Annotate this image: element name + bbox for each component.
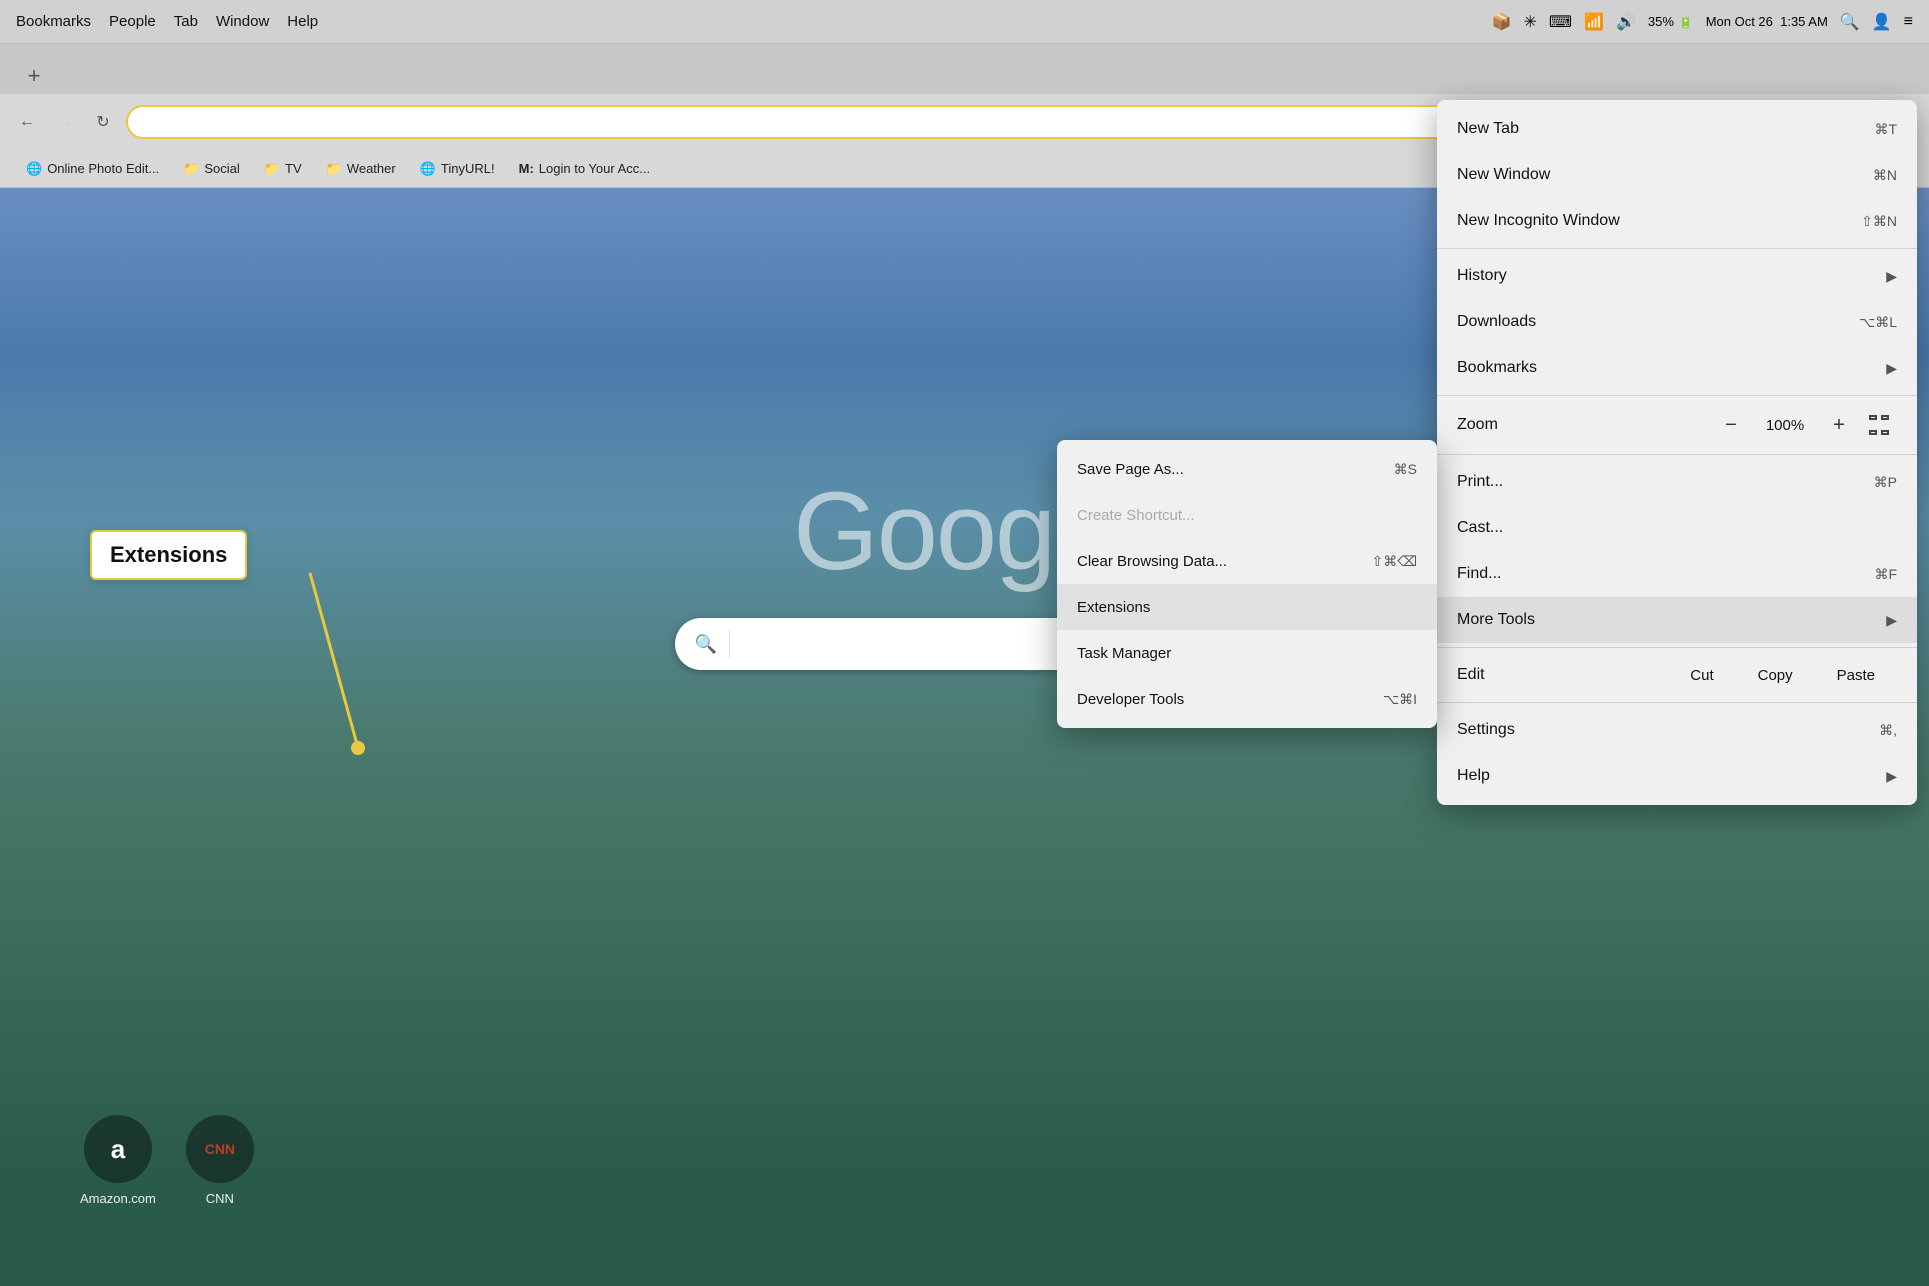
divider-4 [1437, 647, 1917, 648]
bookmark-photo-edit[interactable]: 🌐 Online Photo Edit... [16, 157, 169, 181]
submenu-clear-browsing[interactable]: Clear Browsing Data... ⇧⌘⌫ [1057, 538, 1437, 584]
divider-5 [1437, 702, 1917, 703]
submenu-extensions[interactable]: Extensions [1057, 584, 1437, 630]
zoom-minus[interactable]: − [1709, 407, 1753, 443]
shortcut-cnn[interactable]: CNN CNN [186, 1115, 254, 1206]
divider-2 [1437, 395, 1917, 396]
zoom-fullscreen[interactable] [1861, 407, 1897, 443]
keyboard-icon: ⌨ [1549, 12, 1572, 32]
edit-label: Edit [1457, 666, 1668, 684]
menu-new-tab[interactable]: New Tab ⌘T [1437, 106, 1917, 152]
mac-menubar: Bookmarks People Tab Window Help 📦 ✳ ⌨ 📶… [0, 0, 1929, 44]
menu-help[interactable]: Help [287, 13, 318, 30]
profile-icon[interactable]: 👤 [1872, 12, 1892, 32]
submenu-task-manager[interactable]: Task Manager [1057, 630, 1437, 676]
cut-button[interactable]: Cut [1668, 658, 1735, 692]
divider-3 [1437, 454, 1917, 455]
tab-bar: + [0, 44, 1929, 94]
new-tab-button[interactable]: + [16, 58, 52, 94]
globe-icon-tiny: 🌐 [420, 161, 436, 177]
zoom-row: Zoom − 100% + [1437, 400, 1917, 450]
folder-icon: 📁 [183, 161, 199, 177]
amazon-label: Amazon.com [80, 1191, 156, 1206]
divider-1 [1437, 248, 1917, 249]
folder-icon-tv: 📁 [264, 161, 280, 177]
menu-history[interactable]: History ▶ [1437, 253, 1917, 299]
edit-buttons: Cut Copy Paste [1668, 658, 1897, 692]
menu-window[interactable]: Window [216, 13, 269, 30]
menu-cast[interactable]: Cast... [1437, 505, 1917, 551]
bookmark-weather[interactable]: 📁 Weather [316, 157, 406, 181]
bookmark-tv[interactable]: 📁 TV [254, 157, 312, 181]
zoom-label: Zoom [1457, 416, 1709, 434]
menu-help[interactable]: Help ▶ [1437, 753, 1917, 799]
cnn-label: CNN [206, 1191, 234, 1206]
folder-icon-weather: 📁 [326, 161, 342, 177]
menu-people[interactable]: People [109, 13, 156, 30]
menubar-right: 📦 ✳ ⌨ 📶 🔊 35% 🔋 Mon Oct 26 1:35 AM 🔍 👤 ≡ [1492, 12, 1913, 32]
cnn-icon: CNN [186, 1115, 254, 1183]
shortcut-amazon[interactable]: a Amazon.com [80, 1115, 156, 1206]
search-icon: 🔍 [695, 634, 717, 655]
menu-new-incognito[interactable]: New Incognito Window ⇧⌘N [1437, 198, 1917, 244]
more-tools-menu: Save Page As... ⌘S Create Shortcut... Cl… [1057, 440, 1437, 728]
chrome-menu: New Tab ⌘T New Window ⌘N New Incognito W… [1437, 100, 1917, 805]
m-icon: M: [519, 161, 534, 176]
search-divider [729, 630, 730, 658]
back-button[interactable]: ← [12, 107, 42, 137]
menu-downloads[interactable]: Downloads ⌥⌘L [1437, 299, 1917, 345]
copy-button[interactable]: Copy [1736, 658, 1815, 692]
bookmark-social[interactable]: 📁 Social [173, 157, 250, 181]
menu-find[interactable]: Find... ⌘F [1437, 551, 1917, 597]
edit-row: Edit Cut Copy Paste [1437, 652, 1917, 698]
address-bar[interactable]: ★ [126, 105, 1483, 139]
menu-settings[interactable]: Settings ⌘, [1437, 707, 1917, 753]
forward-button[interactable]: → [50, 107, 80, 137]
menu-print[interactable]: Print... ⌘P [1437, 459, 1917, 505]
menu-more-tools[interactable]: More Tools ▶ [1437, 597, 1917, 643]
menu-tab[interactable]: Tab [174, 13, 198, 30]
bookmark-login[interactable]: M: Login to Your Acc... [509, 157, 660, 180]
control-center-icon[interactable]: ≡ [1904, 13, 1913, 31]
submenu-save-page[interactable]: Save Page As... ⌘S [1057, 446, 1437, 492]
history-arrow: ▶ [1886, 268, 1897, 285]
paste-button[interactable]: Paste [1815, 658, 1897, 692]
datetime: Mon Oct 26 1:35 AM [1706, 14, 1828, 29]
dropbox-icon: 📦 [1492, 12, 1512, 32]
bookmarks-arrow: ▶ [1886, 360, 1897, 377]
extensions-tooltip: Extensions [90, 530, 247, 580]
amazon-icon: a [84, 1115, 152, 1183]
menu-bookmarks[interactable]: Bookmarks [16, 13, 91, 30]
menu-new-window[interactable]: New Window ⌘N [1437, 152, 1917, 198]
menu-bookmarks[interactable]: Bookmarks ▶ [1437, 345, 1917, 391]
globe-icon: 🌐 [26, 161, 42, 177]
submenu-developer-tools[interactable]: Developer Tools ⌥⌘I [1057, 676, 1437, 722]
search-icon[interactable]: 🔍 [1840, 12, 1860, 32]
submenu-create-shortcut: Create Shortcut... [1057, 492, 1437, 538]
bluetooth-icon: ✳ [1524, 12, 1537, 32]
wifi-icon: 📶 [1584, 12, 1604, 32]
bookmark-tinyurl[interactable]: 🌐 TinyURL! [410, 157, 505, 181]
volume-icon: 🔊 [1616, 12, 1636, 32]
zoom-value: 100% [1753, 417, 1817, 434]
shortcuts: a Amazon.com CNN CNN [80, 1115, 254, 1206]
more-tools-arrow: ▶ [1886, 612, 1897, 629]
help-arrow: ▶ [1886, 768, 1897, 785]
zoom-controls: − 100% + [1709, 407, 1897, 443]
zoom-plus[interactable]: + [1817, 407, 1861, 443]
battery-percent: 35% 🔋 [1648, 14, 1694, 30]
reload-button[interactable]: ↻ [88, 107, 118, 137]
